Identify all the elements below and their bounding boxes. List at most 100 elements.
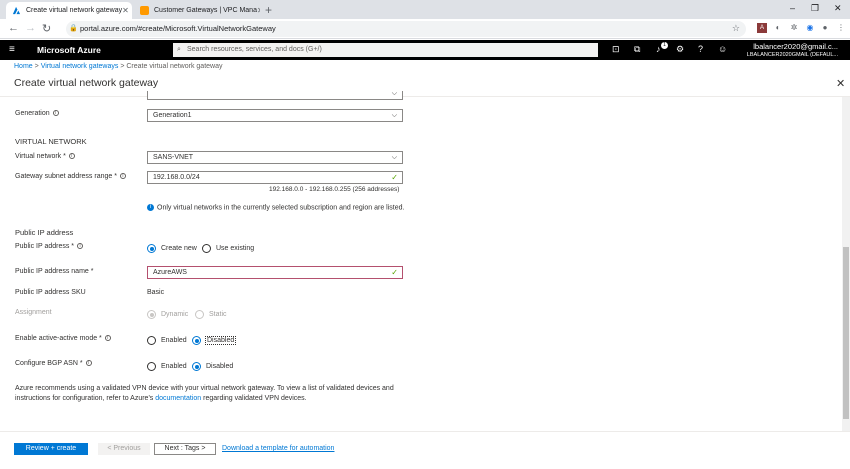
checkmark-icon: ✓ (391, 268, 398, 277)
bgp-label: Configure BGP ASN * i (15, 360, 92, 367)
radio-bgp-enabled[interactable]: Enabled (147, 362, 187, 371)
generation-value: Generation1 (153, 112, 192, 119)
virtual-network-heading: VIRTUAL NETWORK (15, 137, 87, 146)
reload-icon[interactable]: ↻ (42, 22, 51, 35)
radio-unselected-icon (147, 362, 156, 371)
minimize-button[interactable]: – (790, 3, 795, 13)
virtual-network-value: SANS-VNET (153, 154, 194, 161)
close-window-button[interactable]: ✕ (834, 3, 842, 14)
maximize-button[interactable]: ❐ (811, 3, 819, 14)
public-ip-name-input[interactable]: AzureAWS ✓ (147, 266, 403, 279)
azure-top-bar: ≡ Microsoft Azure ⌕ Search resources, se… (0, 40, 850, 60)
radio-unselected-icon (202, 244, 211, 253)
vnet-info-note: i Only virtual networks in the currently … (147, 204, 404, 211)
documentation-link[interactable]: documentation (155, 395, 201, 402)
public-ip-name-label: Public IP address name * (15, 268, 94, 275)
info-icon[interactable]: i (119, 173, 126, 180)
notifications-bell-icon[interactable]: ♪ (656, 44, 661, 54)
public-ip-sku-value: Basic (147, 289, 165, 296)
scrolled-field[interactable]: ⌵ (147, 90, 403, 100)
account-email: lbalancer2020@gmail.c... (753, 42, 838, 51)
generation-label: Generation i (15, 110, 59, 117)
radio-active-active-disabled[interactable]: Disabled (192, 336, 237, 345)
url-text: portal.azure.com/#create/Microsoft.Virtu… (80, 24, 276, 33)
gateway-subnet-input[interactable]: 192.168.0.0/24 ✓ (147, 171, 403, 184)
settings-gear-icon[interactable]: ⚙ (676, 44, 684, 55)
browser-tab-title: Create virtual network gateway (26, 7, 123, 14)
new-tab-button[interactable]: + (265, 3, 272, 17)
radio-static: Static (195, 310, 227, 319)
extension-gear-icon[interactable]: ✲ (789, 23, 799, 33)
browser-tab-strip: Create virtual network gateway ✕ Custome… (0, 0, 850, 19)
assignment-label: Assignment (15, 309, 52, 316)
generation-select[interactable]: Generation1 ⌵ (147, 109, 403, 122)
subnet-range-hint: 192.168.0.0 - 192.168.0.255 (256 address… (269, 186, 400, 193)
cloud-shell-icon[interactable]: ⊡ (612, 44, 620, 55)
vertical-scrollbar[interactable] (842, 97, 850, 431)
review-create-button[interactable]: Review + create (14, 443, 88, 455)
virtual-network-select[interactable]: SANS-VNET ⌵ (147, 151, 403, 164)
virtual-network-label: Virtual network * i (15, 153, 75, 160)
chevron-down-icon: ⌵ (391, 90, 397, 97)
chrome-menu-icon[interactable]: ⋮ (836, 23, 846, 33)
help-icon[interactable]: ? (698, 44, 703, 54)
info-icon[interactable]: i (104, 335, 111, 342)
notification-badge: 1 (661, 42, 668, 49)
lock-icon: 🔒 (69, 25, 78, 32)
close-tab-icon[interactable]: ✕ (122, 6, 129, 15)
scrollbar-thumb[interactable] (843, 247, 849, 419)
info-icon[interactable]: i (68, 153, 75, 160)
checkmark-icon: ✓ (391, 173, 398, 182)
radio-selected-icon (192, 362, 201, 371)
info-icon[interactable]: i (77, 243, 84, 250)
next-tags-button[interactable]: Next : Tags > (154, 443, 216, 455)
browser-toolbar: ← → ↻ 🔒 portal.azure.com/#create/Microso… (0, 19, 850, 39)
radio-create-new[interactable]: Create new (147, 244, 197, 253)
browser-tab-title: Customer Gateways | VPC Mana (154, 7, 257, 14)
chevron-down-icon: ⌵ (391, 112, 397, 119)
browser-tab-vpc[interactable]: Customer Gateways | VPC Mana ✕ (134, 2, 260, 19)
forward-arrow-icon[interactable]: → (25, 22, 36, 34)
extension-icon[interactable]: ◐ (773, 23, 783, 33)
bookmark-star-icon[interactable]: ☆ (732, 23, 740, 34)
radio-active-active-enabled[interactable]: Enabled (147, 336, 187, 345)
address-bar[interactable]: 🔒 portal.azure.com/#create/Microsoft.Vir… (66, 21, 746, 37)
breadcrumb: Home > Virtual network gateways > Create… (14, 63, 222, 70)
extension-icon[interactable]: A (757, 23, 767, 33)
radio-bgp-disabled[interactable]: Disabled (192, 362, 233, 371)
breadcrumb-current: Create virtual network gateway (126, 63, 223, 70)
profile-icon[interactable]: ● (820, 23, 830, 33)
radio-unselected-icon (147, 336, 156, 345)
page-title: Create virtual network gateway (14, 77, 159, 89)
back-arrow-icon[interactable]: ← (8, 22, 19, 34)
footer-divider (0, 431, 850, 432)
extension-icon[interactable]: ◉ (805, 23, 815, 33)
feedback-smiley-icon[interactable]: ☺ (718, 44, 727, 54)
directory-filter-icon[interactable]: ⧉ (634, 44, 640, 55)
radio-selected-icon (147, 310, 156, 319)
global-search-input[interactable]: ⌕ Search resources, services, and docs (… (173, 43, 598, 57)
info-icon[interactable]: i (85, 360, 92, 367)
gateway-subnet-value: 192.168.0.0/24 (153, 174, 200, 181)
public-ip-sku-label: Public IP address SKU (15, 289, 86, 296)
active-active-label: Enable active-active mode * i (15, 335, 111, 342)
radio-dynamic: Dynamic (147, 310, 188, 319)
gateway-subnet-label: Gateway subnet address range * i (15, 173, 126, 180)
info-icon[interactable]: i (52, 110, 59, 117)
search-placeholder: Search resources, services, and docs (G+… (187, 46, 322, 53)
browser-tab-azure[interactable]: Create virtual network gateway ✕ (6, 2, 132, 19)
download-template-link[interactable]: Download a template for automation (222, 445, 334, 452)
account-menu[interactable]: lbalancer2020@gmail.c... LBALANCER2020GM… (747, 43, 838, 59)
azure-logo-icon (12, 6, 21, 15)
chevron-down-icon: ⌵ (391, 154, 397, 161)
radio-use-existing[interactable]: Use existing (202, 244, 254, 253)
close-tab-icon[interactable]: ✕ (257, 6, 260, 15)
azure-brand[interactable]: Microsoft Azure (37, 45, 101, 55)
close-blade-icon[interactable]: ✕ (836, 77, 845, 90)
header-divider (0, 96, 850, 97)
public-ip-name-value: AzureAWS (153, 269, 187, 276)
breadcrumb-virtual-network-gateways[interactable]: Virtual network gateways (41, 63, 119, 70)
public-ip-heading: Public IP address (15, 228, 74, 237)
hamburger-menu-icon[interactable]: ≡ (9, 44, 15, 55)
breadcrumb-home[interactable]: Home (14, 63, 33, 70)
